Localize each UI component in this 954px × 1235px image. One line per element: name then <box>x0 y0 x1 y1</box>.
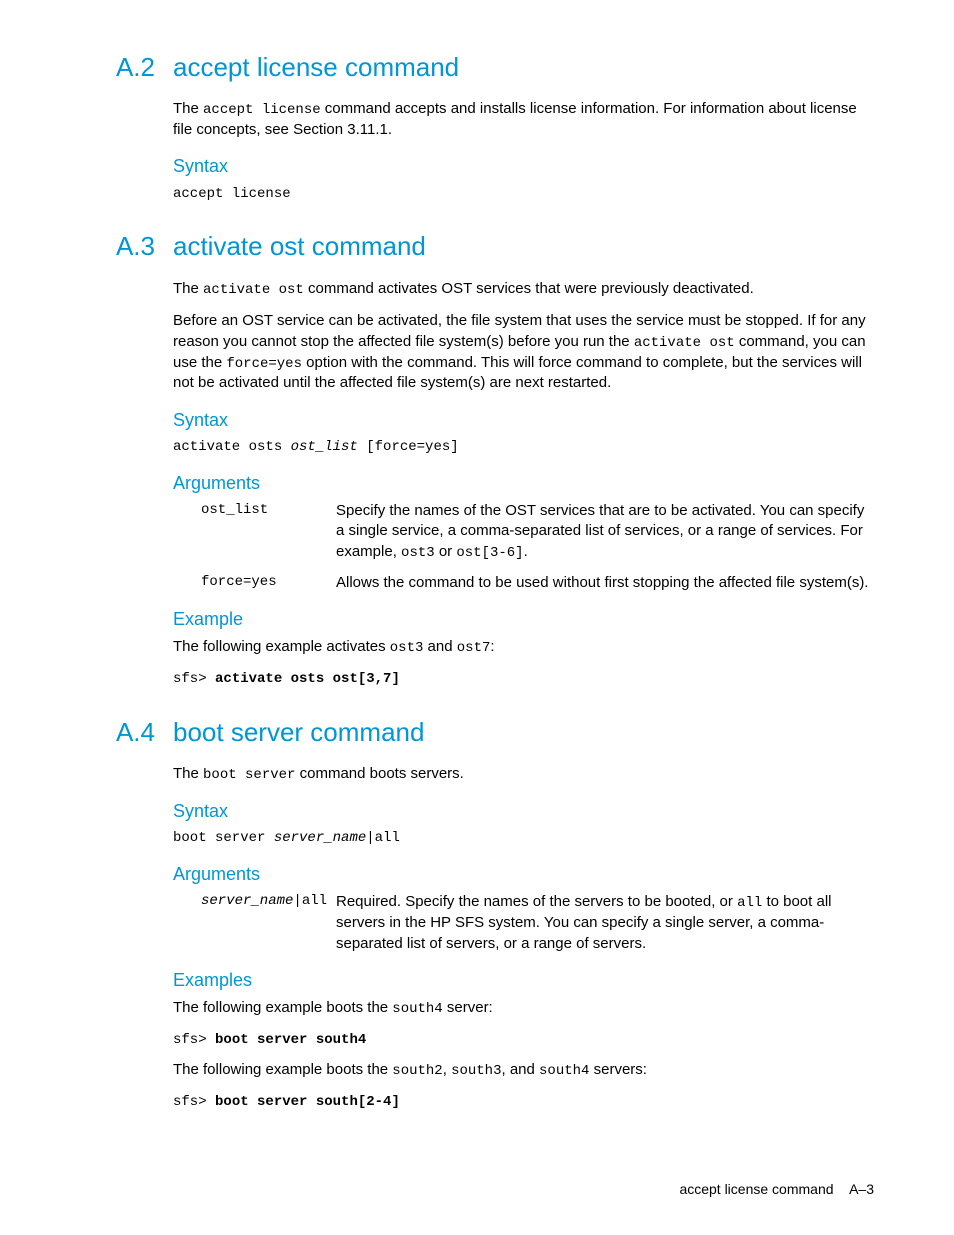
inline-code: all <box>737 895 762 911</box>
inline-code: boot server <box>203 767 295 783</box>
inline-code: south4 <box>392 1001 442 1017</box>
section-heading: A.4 boot server command <box>80 715 874 750</box>
syntax-heading: Syntax <box>173 154 874 178</box>
section-title: activate ost command <box>173 229 426 264</box>
arguments-table: server_name|all Required. Specify the na… <box>201 892 874 953</box>
argument-description: Allows the command to be used without fi… <box>336 573 874 593</box>
argument-description: Specify the names of the OST services th… <box>336 501 874 562</box>
page-footer: accept license command A–3 <box>679 1180 874 1199</box>
section-number: A.2 <box>80 50 173 85</box>
inline-code: ost3 <box>390 640 424 656</box>
inline-code: force=yes <box>226 356 302 372</box>
example-heading: Example <box>173 607 874 631</box>
footer-text: accept license command <box>679 1181 833 1197</box>
arguments-heading: Arguments <box>173 862 874 886</box>
example-command: sfs> boot server south[2-4] <box>173 1093 874 1112</box>
syntax-heading: Syntax <box>173 408 874 432</box>
section-heading: A.2 accept license command <box>80 50 874 85</box>
example-command: sfs> activate osts ost[3,7] <box>173 670 874 689</box>
argument-row: force=yes Allows the command to be used … <box>201 573 874 593</box>
inline-code: ost[3-6] <box>456 545 523 561</box>
inline-code: south2 <box>392 1063 442 1079</box>
arguments-heading: Arguments <box>173 471 874 495</box>
example-intro: The following example boots the south2, … <box>173 1060 874 1081</box>
section-title: boot server command <box>173 715 424 750</box>
example-intro: The following example activates ost3 and… <box>173 637 874 658</box>
section-number: A.4 <box>80 715 173 750</box>
inline-code: accept license <box>203 102 321 118</box>
syntax-code: boot server server_name|all <box>173 829 874 848</box>
section-a2: A.2 accept license command The accept li… <box>80 50 874 203</box>
argument-description: Required. Specify the names of the serve… <box>336 892 874 953</box>
section-heading: A.3 activate ost command <box>80 229 874 264</box>
argument-name: ost_list <box>201 501 336 562</box>
inline-code: activate ost <box>634 335 735 351</box>
paragraph: Before an OST service can be activated, … <box>173 311 874 393</box>
section-content: The activate ost command activates OST s… <box>173 279 874 689</box>
inline-code: activate ost <box>203 282 304 298</box>
section-content: The accept license command accepts and i… <box>173 99 874 203</box>
syntax-code: accept license <box>173 185 874 204</box>
examples-heading: Examples <box>173 968 874 992</box>
intro-paragraph: The accept license command accepts and i… <box>173 99 874 140</box>
argument-row: server_name|all Required. Specify the na… <box>201 892 874 953</box>
inline-code: south3 <box>451 1063 501 1079</box>
arguments-table: ost_list Specify the names of the OST se… <box>201 501 874 593</box>
example-intro: The following example boots the south4 s… <box>173 998 874 1019</box>
inline-code: ost7 <box>457 640 491 656</box>
page-number: A–3 <box>849 1181 874 1197</box>
argument-name: force=yes <box>201 573 336 593</box>
inline-code: ost3 <box>401 545 435 561</box>
section-content: The boot server command boots servers. S… <box>173 764 874 1112</box>
intro-paragraph: The activate ost command activates OST s… <box>173 279 874 300</box>
example-command: sfs> boot server south4 <box>173 1031 874 1050</box>
section-a3: A.3 activate ost command The activate os… <box>80 229 874 688</box>
intro-paragraph: The boot server command boots servers. <box>173 764 874 785</box>
inline-code: south4 <box>539 1063 589 1079</box>
syntax-code: activate osts ost_list [force=yes] <box>173 438 874 457</box>
argument-row: ost_list Specify the names of the OST se… <box>201 501 874 562</box>
section-a4: A.4 boot server command The boot server … <box>80 715 874 1112</box>
argument-name: server_name|all <box>201 892 336 953</box>
section-title: accept license command <box>173 50 459 85</box>
syntax-heading: Syntax <box>173 799 874 823</box>
section-number: A.3 <box>80 229 173 264</box>
